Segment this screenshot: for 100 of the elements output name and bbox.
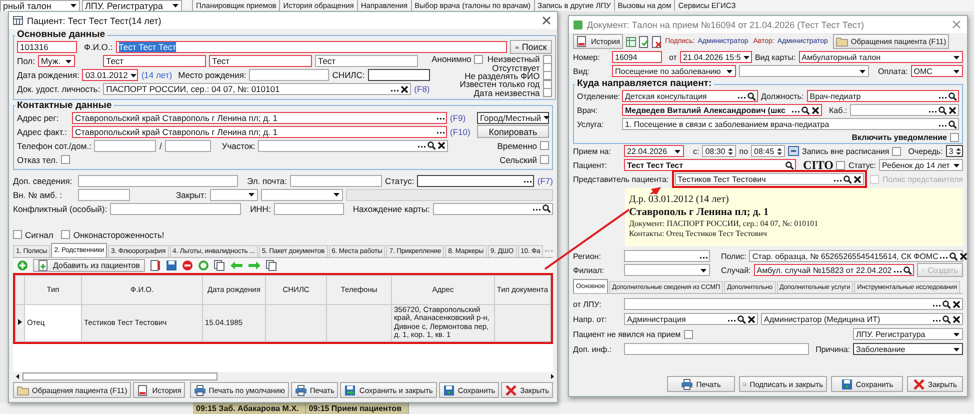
input-field[interactable]	[624, 250, 710, 262]
number-field[interactable]: 3	[946, 145, 963, 157]
spinner-icon[interactable]	[726, 146, 736, 156]
search-icon[interactable]	[737, 314, 746, 324]
table-icon[interactable]	[626, 36, 636, 46]
search-icon[interactable]	[843, 174, 852, 184]
date-field[interactable]: 21.04.2026 15:5	[680, 51, 752, 63]
input-field[interactable]	[432, 202, 553, 215]
document-cross-icon[interactable]	[652, 36, 662, 48]
schedule-entry[interactable]: 09:15 Заб. Абакарова М.Х.	[193, 403, 306, 414]
input-field[interactable]: Ставропольский край Ставрополь г Ленина пл; д. 1	[72, 112, 447, 124]
dropdown-field[interactable]: Город/Местный	[477, 112, 549, 124]
dropdown-field[interactable]: Посещение по заболеванию	[612, 65, 736, 77]
add-from-patients-button[interactable]: Добавить из пациентов	[33, 258, 145, 272]
input-field[interactable]	[417, 174, 534, 187]
input-field[interactable]	[368, 69, 430, 81]
clear-icon[interactable]	[952, 300, 961, 308]
input-field[interactable]: Врач-педиатр	[806, 90, 959, 102]
search-icon[interactable]	[785, 160, 794, 170]
dropdown-field[interactable]	[260, 188, 343, 201]
input-field[interactable]	[290, 174, 382, 187]
input-field[interactable]: Тест	[314, 55, 418, 67]
search-icon[interactable]	[949, 252, 958, 260]
input-field[interactable]: Тестиков Тест Тестович	[674, 173, 864, 185]
search-icon[interactable]	[427, 141, 436, 150]
search-icon[interactable]	[747, 92, 756, 100]
dropdown-field[interactable]: Муж.	[38, 55, 75, 67]
checkbox[interactable]	[60, 155, 70, 164]
input-field[interactable]	[624, 298, 963, 310]
dropdown-field[interactable]	[210, 188, 258, 201]
schedule-icon[interactable]	[788, 146, 800, 156]
input-field[interactable]: Тест	[208, 55, 312, 67]
dropdown-field[interactable]	[739, 65, 869, 77]
dropdown-field[interactable]: ЛПУ. Регистратура	[82, 0, 182, 12]
search-icon[interactable]	[902, 266, 912, 274]
clear-icon[interactable]	[747, 314, 756, 324]
spinner-icon[interactable]	[954, 146, 964, 156]
input-field[interactable]: Амбул. случай №15823 от 22.04.202	[754, 264, 914, 276]
close-icon[interactable]	[542, 16, 551, 25]
checkbox[interactable]	[13, 230, 22, 240]
add-icon[interactable]	[17, 260, 28, 271]
clear-icon[interactable]	[948, 106, 957, 114]
checkbox[interactable]	[542, 63, 552, 72]
input-field[interactable]: Администрация	[624, 313, 758, 325]
row-selector[interactable]	[16, 304, 24, 342]
dropdown-field[interactable]	[624, 264, 710, 276]
input-field[interactable]	[258, 140, 448, 152]
dropdown-field[interactable]: рный талон	[0, 0, 80, 12]
search-icon[interactable]	[942, 314, 951, 324]
clear-icon[interactable]	[952, 314, 961, 324]
spinner-icon[interactable]	[775, 146, 784, 156]
input-field[interactable]: Медведев Виталий Александрович (шкс	[622, 104, 822, 116]
checkbox[interactable]	[542, 88, 552, 98]
dropdown-field[interactable]: Амбулаторный талон	[798, 51, 963, 63]
input-field[interactable]	[78, 174, 238, 187]
dropdown-field[interactable]: Ребенок до 14 лет	[878, 159, 963, 171]
checkbox[interactable]	[892, 146, 902, 156]
search-icon[interactable]	[942, 300, 951, 308]
copy-button[interactable]: Копировать	[477, 125, 549, 138]
clear-icon[interactable]	[437, 141, 446, 150]
checkbox[interactable]	[950, 132, 959, 142]
document-check-icon[interactable]	[639, 36, 650, 48]
horizontal-scrollbar[interactable]	[13, 372, 557, 381]
time-field[interactable]: 08:45	[751, 145, 786, 157]
close-icon[interactable]	[952, 20, 961, 29]
edit-icon[interactable]	[150, 260, 161, 271]
input-field[interactable]	[850, 104, 959, 116]
copy-icon[interactable]	[266, 260, 277, 271]
checkbox[interactable]	[474, 54, 484, 64]
dropdown-field[interactable]: Заболевание	[853, 343, 963, 355]
checkbox[interactable]	[540, 141, 549, 150]
input-field[interactable]	[78, 188, 130, 201]
clear-icon[interactable]	[400, 84, 410, 94]
input-field[interactable]	[274, 202, 344, 215]
search-icon[interactable]	[801, 106, 810, 114]
delete-icon[interactable]	[182, 260, 193, 271]
refresh-icon[interactable]	[198, 260, 209, 271]
checkbox[interactable]	[684, 330, 693, 338]
checkbox[interactable]	[836, 160, 846, 170]
clear-icon[interactable]	[959, 252, 967, 260]
input-field[interactable]: 16094	[612, 51, 662, 63]
search-icon[interactable]	[948, 120, 957, 128]
dropdown-field[interactable]: ЛПУ. Регистратура	[853, 328, 963, 340]
input-field[interactable]	[164, 140, 211, 152]
input-field[interactable]	[110, 202, 242, 215]
schedule-entry[interactable]: 09:15 Прием пациентов	[306, 403, 408, 414]
checkbox[interactable]	[542, 71, 552, 80]
input-field[interactable]: Тест Тест Тест	[624, 159, 796, 171]
clear-icon[interactable]	[811, 106, 820, 114]
input-field[interactable]: 1. Посещение в связи с заболеванием врача-педиатра	[622, 118, 959, 130]
checkbox[interactable]	[542, 54, 552, 64]
input-field[interactable]: Тест Тест Тест	[116, 41, 507, 53]
search-icon[interactable]	[938, 106, 947, 114]
checkbox[interactable]	[540, 155, 549, 164]
date-field[interactable]: 03.01.2012	[82, 69, 138, 81]
search-icon[interactable]	[948, 92, 957, 100]
time-field[interactable]: 08:30	[702, 145, 736, 157]
input-field[interactable]: Детская консультация	[622, 90, 758, 102]
input-field[interactable]: Администратор (Медицина ИТ)	[761, 313, 963, 325]
input-field[interactable]	[624, 343, 809, 355]
